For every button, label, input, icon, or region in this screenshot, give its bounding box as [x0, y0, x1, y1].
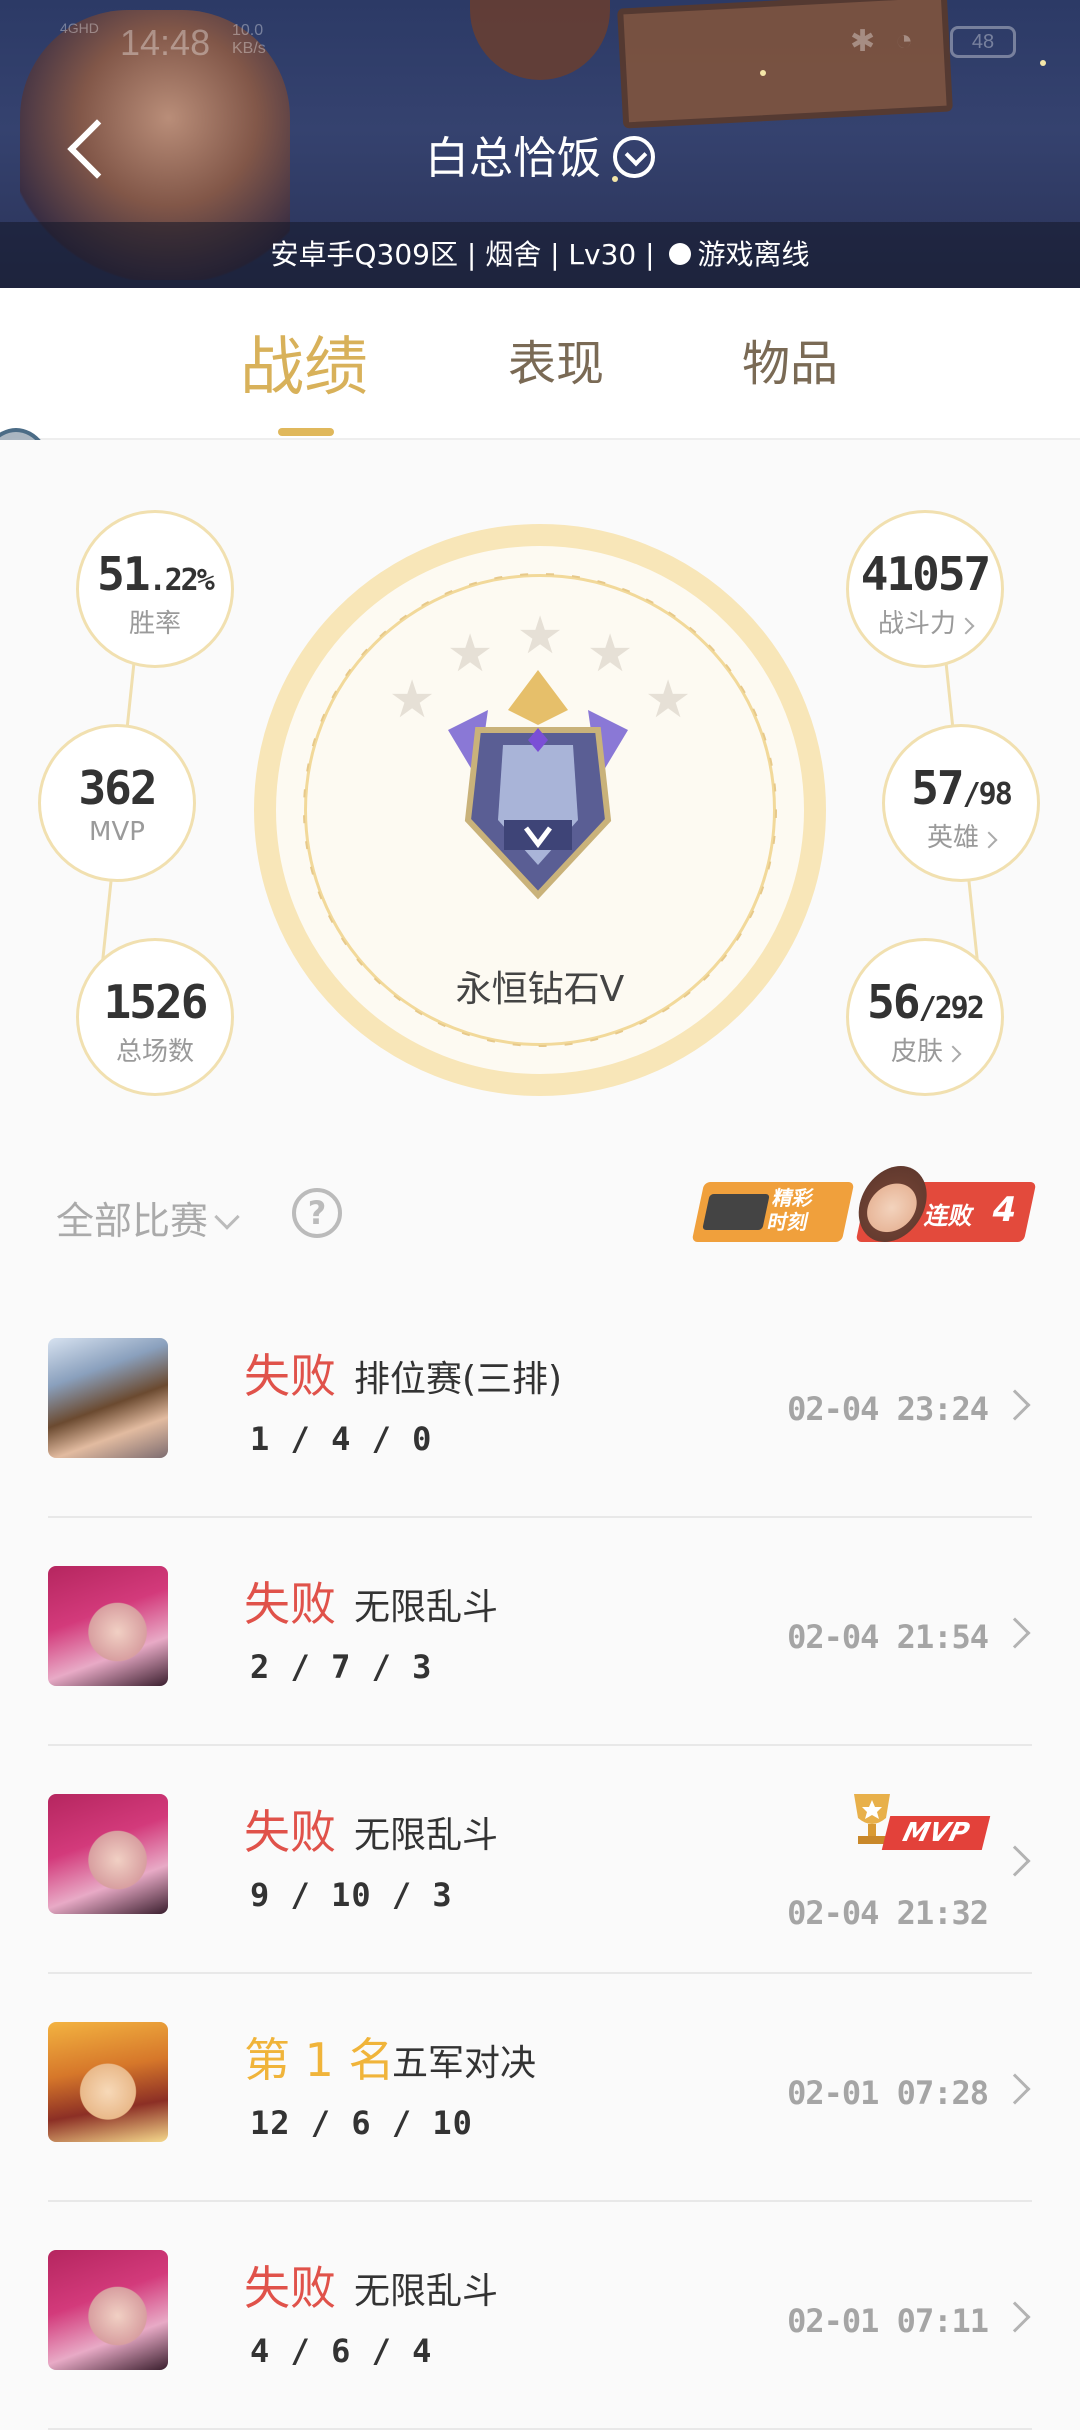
kda-score: 1 / 4 / 0 [250, 1420, 433, 1458]
match-row[interactable]: 失败 无限乱斗 4 / 6 / 4 02-01 07:11 [0, 2202, 1080, 2430]
clock: 14:48 [120, 22, 211, 63]
hero-avatar [48, 2022, 168, 2142]
hero-avatar [48, 1794, 168, 1914]
mvp-label: MVP [881, 1816, 991, 1850]
help-icon[interactable]: ? [292, 1188, 342, 1238]
chevron-right-icon [999, 2073, 1031, 2105]
player-info-bar: 安卓手Q309区 | 烟舍 | Lv30 | 游戏离线 [0, 222, 1080, 288]
match-time: 02-01 07:11 [787, 2302, 989, 2340]
kda-score: 2 / 7 / 3 [250, 1648, 433, 1686]
bluetooth-icon: ✱ [850, 25, 876, 58]
match-row[interactable]: 失败 排位赛(三排) 1 / 4 / 0 02-04 23:24 [0, 1290, 1080, 1518]
game-mode: 无限乱斗 [354, 1815, 499, 1856]
hero-avatar [48, 1566, 168, 1686]
chevron-right-icon [999, 1389, 1031, 1421]
match-result: 失败 [244, 1349, 336, 1403]
hero-avatar [48, 1338, 168, 1458]
game-mode: 五军对决 [392, 2043, 537, 2084]
heroes-stat[interactable]: 57/98 英雄 [882, 724, 1040, 882]
player-name: 白总恰饭 [425, 133, 601, 184]
chevron-right-icon [957, 617, 975, 635]
tab-bar: 战绩 表现 物品 [0, 288, 1080, 440]
video-camera-icon [702, 1194, 770, 1230]
match-row[interactable]: 失败 无限乱斗 9 / 10 / 3 02-04 21:32 MVP [0, 1746, 1080, 1974]
chevron-right-icon [999, 1617, 1031, 1649]
match-result: 失败 [244, 1577, 336, 1631]
match-result: 失败 [244, 1805, 336, 1859]
tab-performance[interactable]: 表现 [508, 324, 604, 394]
rank-name: 永恒钻石V [455, 969, 625, 1010]
match-time: 02-04 21:54 [787, 1618, 989, 1656]
skins-stat[interactable]: 56/292 皮肤 [846, 938, 1004, 1096]
stats-panel: 51.22% 胜率 362 MVP 1526 总场数 41057 战斗力 57/… [0, 440, 1080, 1140]
status-dot-icon [669, 243, 692, 265]
mvp-stat: 362 MVP [38, 724, 196, 882]
tab-record[interactable]: 战绩 [240, 316, 368, 408]
status-bar: 4GHD 14:48 10.0 KB/s ✱ ◔ 48 [0, 0, 1080, 84]
combat-power-stat[interactable]: 41057 战斗力 [846, 510, 1004, 668]
match-time: 02-01 07:28 [787, 2074, 989, 2112]
player-info-text: 安卓手Q309区 | 烟舍 | Lv30 | [270, 238, 655, 271]
chevron-right-icon [980, 831, 998, 849]
match-row[interactable]: 失败 无限乱斗 2 / 7 / 3 02-04 21:54 [0, 1518, 1080, 1746]
wifi-icon: ◔ [895, 24, 914, 57]
match-time: 02-04 23:24 [787, 1390, 989, 1428]
battery-indicator: 48 [950, 26, 1016, 58]
active-tab-indicator [278, 428, 334, 436]
match-result: 第 1 名 [244, 2033, 395, 2087]
match-filter-bar: 全部比赛 ? 精彩 时刻 连败 4 [0, 1160, 1080, 1270]
losing-streak-badge[interactable]: 连败 4 [851, 1166, 1037, 1242]
page-title[interactable]: 白总恰饭 [0, 122, 1080, 186]
network-speed: 10.0 KB/s [232, 22, 266, 57]
match-row[interactable]: 第 1 名五军对决 12 / 6 / 10 02-01 07:28 [0, 1974, 1080, 2202]
rank-star-icon: ★ [516, 606, 564, 666]
hero-avatar [48, 2250, 168, 2370]
win-rate-stat: 51.22% 胜率 [76, 510, 234, 668]
chevron-down-icon [214, 1204, 240, 1230]
chevron-right-icon [944, 1045, 962, 1063]
match-time: 02-04 21:32 [787, 1894, 989, 1932]
chevron-down-icon[interactable] [613, 136, 655, 178]
match-type-dropdown[interactable]: 全部比赛 [56, 1190, 240, 1245]
mvp-badge: MVP [840, 1790, 991, 1854]
match-result: 失败 [244, 2261, 336, 2315]
online-status: 游戏离线 [697, 238, 810, 271]
kda-score: 4 / 6 / 4 [250, 2332, 433, 2370]
total-matches-stat: 1526 总场数 [76, 938, 234, 1096]
diamond-rank-badge-icon [448, 670, 628, 900]
game-mode: 排位赛(三排) [354, 1359, 563, 1400]
network-indicator: 4GHD [60, 20, 99, 36]
highlights-button[interactable]: 精彩 时刻 [691, 1182, 855, 1242]
header-banner: 4GHD 14:48 10.0 KB/s ✱ ◔ 48 白总恰饭 安卓手Q309… [0, 0, 1080, 288]
game-mode: 无限乱斗 [354, 1587, 499, 1628]
chevron-right-icon [999, 2301, 1031, 2333]
tab-items[interactable]: 物品 [742, 324, 838, 394]
game-mode: 无限乱斗 [354, 2271, 499, 2312]
kda-score: 12 / 6 / 10 [250, 2104, 473, 2142]
chevron-right-icon [999, 1845, 1031, 1877]
kda-score: 9 / 10 / 3 [250, 1876, 453, 1914]
